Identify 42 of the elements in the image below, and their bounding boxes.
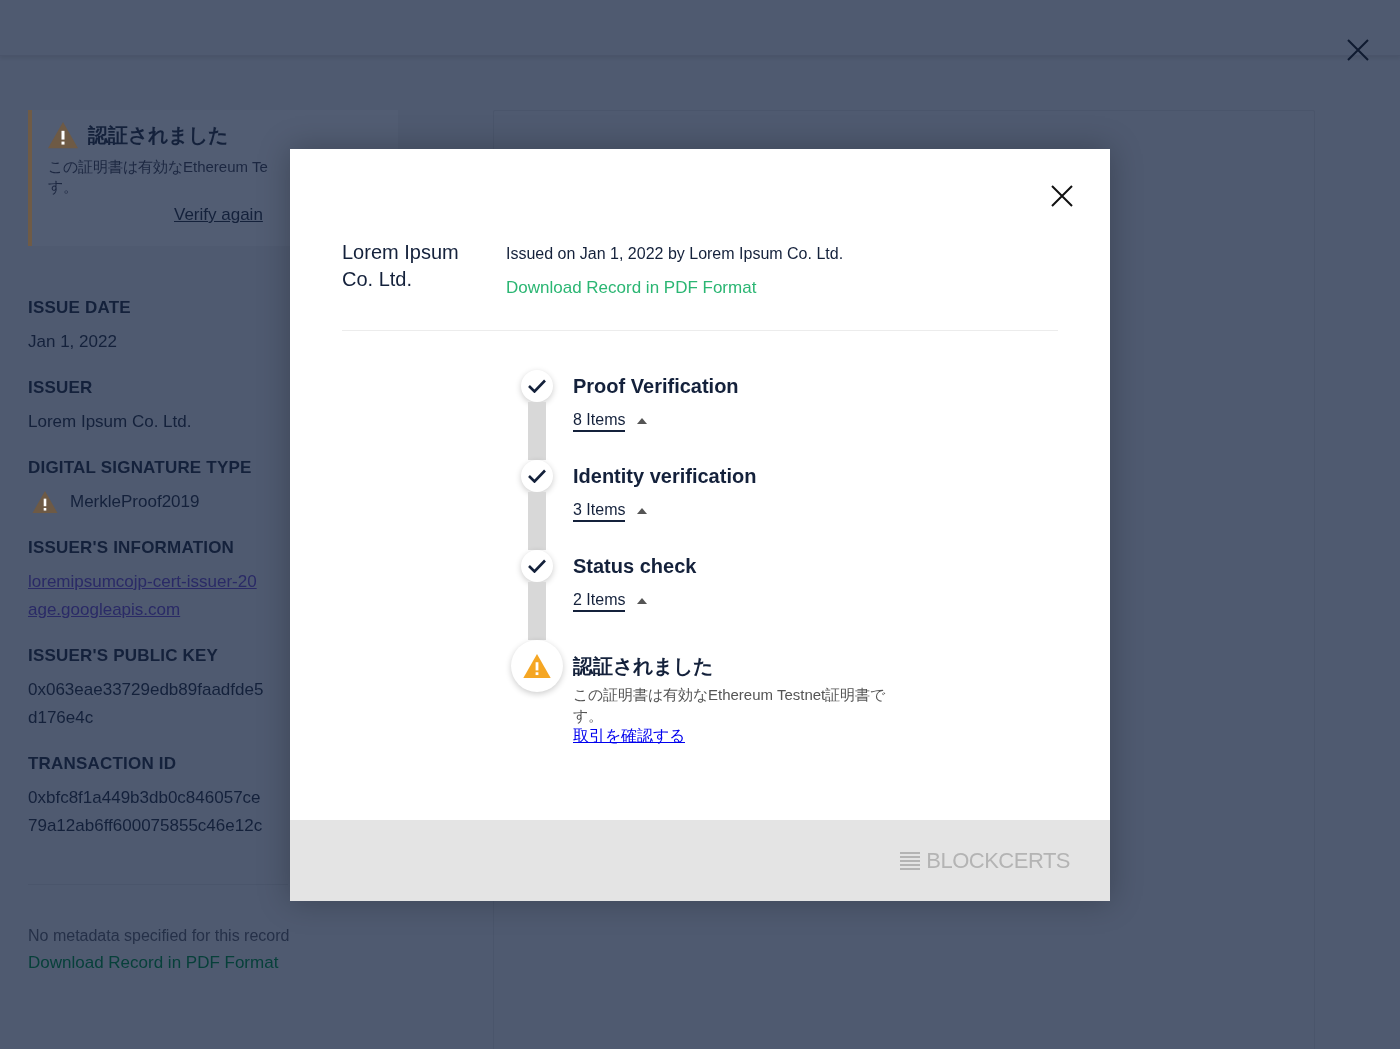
step-title: Proof Verification bbox=[573, 374, 739, 399]
check-icon bbox=[528, 559, 546, 573]
download-link[interactable]: Download Record in PDF Format bbox=[506, 278, 757, 298]
field-label: ISSUER'S INFORMATION bbox=[28, 538, 236, 558]
alert-title: 認証されました bbox=[88, 123, 228, 148]
field-label: ISSUER'S PUBLIC KEY bbox=[28, 646, 220, 666]
field-value: Jan 1, 2022 bbox=[28, 331, 118, 353]
timeline-bar bbox=[528, 492, 546, 550]
close-icon[interactable] bbox=[1051, 185, 1073, 207]
step-title: Status check bbox=[573, 554, 697, 579]
timeline-bar bbox=[528, 402, 546, 460]
field-value: 0xbfc8f1a449b3db0c846057ce bbox=[28, 787, 262, 809]
field-label: DIGITAL SIGNATURE TYPE bbox=[28, 458, 253, 478]
download-link[interactable]: Download Record in PDF Format bbox=[28, 953, 279, 973]
field-value: Lorem Ipsum Co. Ltd. bbox=[28, 411, 193, 433]
logo-icon bbox=[900, 850, 921, 871]
verify-again-link[interactable]: Verify again bbox=[174, 205, 263, 225]
issuer-name: Lorem Ipsum Co. Ltd. bbox=[342, 240, 460, 292]
step-description: この証明書は有効なEthereum Testnet証明書です。 bbox=[573, 685, 887, 726]
field-value: d176e4c bbox=[28, 707, 95, 729]
warning-icon bbox=[523, 653, 551, 679]
caret-up-icon[interactable] bbox=[637, 598, 648, 604]
items-toggle[interactable]: 3 Items bbox=[573, 500, 626, 522]
field-label: ISSUER bbox=[28, 378, 94, 398]
field-value: 79a12ab6ff600075855c46e12c bbox=[28, 815, 264, 837]
field-value: 0x063eae33729edb89faadfde5 bbox=[28, 679, 265, 701]
warning-icon bbox=[32, 490, 58, 514]
field-value: MerkleProof2019 bbox=[70, 491, 200, 513]
warning-icon bbox=[48, 122, 78, 149]
timeline-bar bbox=[528, 582, 546, 640]
issued-text: Issued on Jan 1, 2022 by Lorem Ipsum Co. Ltd. bbox=[506, 245, 844, 263]
check-icon bbox=[528, 379, 546, 393]
items-toggle[interactable]: 8 Items bbox=[573, 410, 626, 432]
step-title: 認証されました bbox=[573, 654, 714, 679]
check-icon bbox=[528, 469, 546, 483]
items-toggle[interactable]: 2 Items bbox=[573, 590, 626, 612]
field-label: ISSUE DATE bbox=[28, 298, 132, 318]
caret-up-icon[interactable] bbox=[637, 508, 648, 514]
step-title: Identity verification bbox=[573, 464, 757, 489]
transaction-link[interactable]: 取引を確認する bbox=[573, 726, 685, 747]
caret-up-icon[interactable] bbox=[637, 418, 648, 424]
field-label: TRANSACTION ID bbox=[28, 754, 178, 774]
